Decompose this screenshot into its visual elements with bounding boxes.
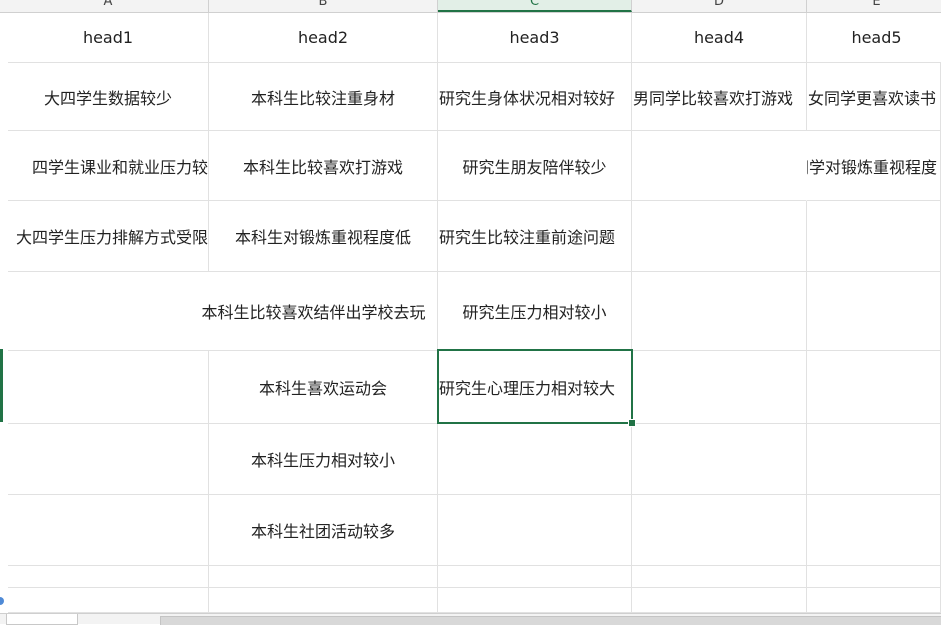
cell-a1[interactable]: head1 <box>8 13 209 63</box>
column-header-a[interactable]: A <box>8 0 209 12</box>
sheet-tab-bar <box>0 613 941 625</box>
cell-e10[interactable] <box>807 588 941 613</box>
cell-d7[interactable] <box>632 424 807 495</box>
cell-c9[interactable] <box>438 566 632 588</box>
cell-e5[interactable] <box>807 272 941 351</box>
cell-d5[interactable] <box>632 272 807 351</box>
cell-d6[interactable] <box>632 351 807 424</box>
cell-d2[interactable]: 男同学比较喜欢打游戏 <box>632 63 807 131</box>
cell-b6[interactable]: 本科生喜欢运动会 <box>209 351 438 424</box>
cell-c5[interactable]: 研究生压力相对较小 <box>438 272 632 351</box>
fill-handle[interactable] <box>628 419 636 427</box>
horizontal-scrollbar[interactable] <box>160 616 941 625</box>
active-row-indicator <box>0 349 3 422</box>
cell-b1[interactable]: head2 <box>209 13 438 63</box>
cell-b9[interactable] <box>209 566 438 588</box>
cell-a2[interactable]: 大四学生数据较少 <box>8 63 209 131</box>
cell-d4[interactable] <box>632 201 807 272</box>
cell-e6[interactable] <box>807 351 941 424</box>
cell-a6[interactable] <box>8 351 209 424</box>
cell-a7[interactable] <box>8 424 209 495</box>
cell-e8[interactable] <box>807 495 941 566</box>
cell-e9[interactable] <box>807 566 941 588</box>
cell-a9[interactable] <box>8 566 209 588</box>
cell-b3[interactable]: 本科生比较喜欢打游戏 <box>209 131 438 201</box>
cell-c10[interactable] <box>438 588 632 613</box>
column-header-c[interactable]: C <box>438 0 632 12</box>
cell-e3[interactable]: 女同学对锻炼重视程度 <box>807 131 941 201</box>
cell-e1[interactable]: head5 <box>807 13 941 63</box>
cell-a8[interactable] <box>8 495 209 566</box>
spreadsheet-grid: head1 head2 head3 head4 head5 大四学生数据较少 本… <box>0 13 941 613</box>
cell-c7[interactable] <box>438 424 632 495</box>
cell-b10[interactable] <box>209 588 438 613</box>
sheet-tab[interactable] <box>6 614 78 625</box>
cell-e2[interactable]: 女同学更喜欢读书 <box>807 63 941 131</box>
cell-b7[interactable]: 本科生压力相对较小 <box>209 424 438 495</box>
cell-d8[interactable] <box>632 495 807 566</box>
column-header-d[interactable]: D <box>632 0 807 12</box>
cell-e3-text: 女同学对锻炼重视程度 <box>807 157 938 177</box>
cell-c6[interactable]: 研究生心理压力相对较大 <box>438 351 632 424</box>
cell-a10[interactable] <box>8 588 209 613</box>
cell-a3[interactable]: 四学生课业和就业压力较 <box>8 131 209 201</box>
cell-a4[interactable]: 大四学生压力排解方式受限 <box>8 201 209 272</box>
cell-c8[interactable] <box>438 495 632 566</box>
cell-e7[interactable] <box>807 424 941 495</box>
cell-c2[interactable]: 研究生身体状况相对较好 <box>438 63 632 131</box>
cell-c1[interactable]: head3 <box>438 13 632 63</box>
column-header-row: A B C D E <box>0 0 941 13</box>
cell-b4[interactable]: 本科生对锻炼重视程度低 <box>209 201 438 272</box>
cell-d3[interactable] <box>632 131 807 201</box>
cell-b8[interactable]: 本科生社团活动较多 <box>209 495 438 566</box>
column-header-b[interactable]: B <box>209 0 438 12</box>
cell-a5[interactable] <box>8 272 209 351</box>
cell-d10[interactable] <box>632 588 807 613</box>
cell-d9[interactable] <box>632 566 807 588</box>
cell-d1[interactable]: head4 <box>632 13 807 63</box>
cell-c4[interactable]: 研究生比较注重前途问题 <box>438 201 632 272</box>
cell-b5[interactable]: 本科生比较喜欢结伴出学校去玩 <box>190 272 438 351</box>
cell-b2[interactable]: 本科生比较注重身材 <box>209 63 438 131</box>
cell-c3[interactable]: 研究生朋友陪伴较少 <box>438 131 632 201</box>
column-header-e[interactable]: E <box>807 0 941 12</box>
cell-e4[interactable] <box>807 201 941 272</box>
